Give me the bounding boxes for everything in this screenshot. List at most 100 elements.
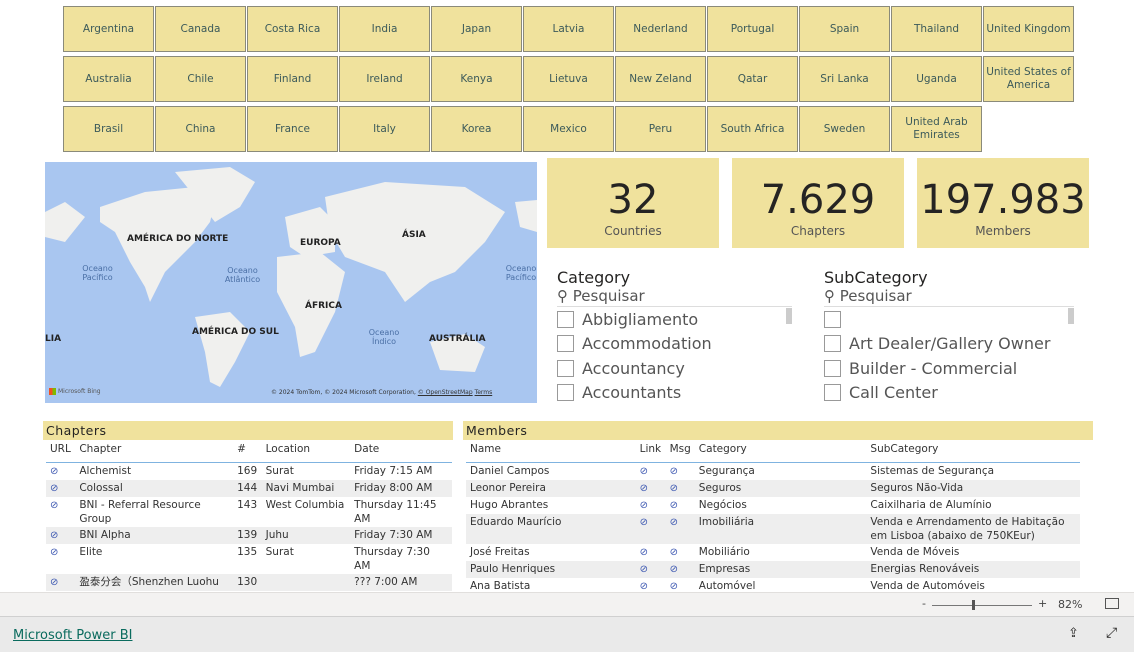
country-button[interactable]: Peru (615, 106, 706, 152)
country-button[interactable]: Ireland (339, 56, 430, 102)
slicer-item[interactable]: Abbigliamento (557, 307, 792, 332)
zoom-in-button[interactable]: + (1038, 597, 1047, 610)
column-header[interactable]: Msg (665, 440, 695, 463)
terms-link[interactable]: Terms (475, 389, 493, 396)
zoom-slider[interactable] (932, 600, 1032, 610)
link-icon[interactable]: ⊘ (50, 483, 58, 494)
country-button[interactable]: Costa Rica (247, 6, 338, 52)
checkbox[interactable] (824, 335, 841, 353)
country-button[interactable]: Canada (155, 6, 246, 52)
country-button[interactable]: United States of America (983, 56, 1074, 102)
country-button[interactable]: Nederland (615, 6, 706, 52)
country-button[interactable]: Sri Lanka (799, 56, 890, 102)
link-icon[interactable]: ⊘ (670, 517, 678, 528)
column-header[interactable]: Location (261, 440, 351, 463)
zoom-out-button[interactable]: - (922, 597, 926, 610)
table-row[interactable]: ⊘ 盈泰分会（Shenzhen Luohu Growing Chapter)130… (46, 573, 452, 591)
column-header[interactable]: Category (694, 440, 867, 463)
link-icon[interactable]: ⊘ (640, 517, 648, 528)
slicer-item[interactable]: Accountancy (557, 356, 792, 381)
country-button[interactable]: Kenya (431, 56, 522, 102)
country-button[interactable]: China (155, 106, 246, 152)
country-button[interactable]: Argentina (63, 6, 154, 52)
table-row[interactable]: ⊘ Elite 135 Surat Thursday 7:30 AM (46, 544, 452, 574)
osm-link[interactable]: © OpenStreetMap (418, 389, 473, 396)
link-icon[interactable]: ⊘ (640, 466, 648, 477)
link-icon[interactable]: ⊘ (670, 547, 678, 558)
country-button[interactable]: France (247, 106, 338, 152)
country-button[interactable]: Qatar (707, 56, 798, 102)
column-header[interactable]: Date (350, 440, 452, 463)
link-icon[interactable]: ⊘ (640, 547, 648, 558)
country-button[interactable]: Korea (431, 106, 522, 152)
fullscreen-icon[interactable]: ⤢ (1106, 625, 1117, 641)
country-button[interactable]: Thailand (891, 6, 982, 52)
share-icon[interactable]: ⇪ (1068, 626, 1079, 641)
table-row[interactable]: José Freitas ⊘ ⊘ Mobiliário Venda de Móveis (466, 544, 1080, 561)
table-row[interactable]: Hugo Abrantes ⊘ ⊘ Negócios Caixilharia de Al… (466, 497, 1080, 514)
link-icon[interactable]: ⊘ (640, 581, 648, 592)
table-row[interactable]: Ana Batista ⊘ ⊘ Automóvel Venda de Automóvei… (466, 578, 1080, 592)
table-row[interactable]: ⊘ Colossal 144 Navi Mumbai Friday 8:00 AM (46, 479, 452, 497)
country-button[interactable]: South Africa (707, 106, 798, 152)
country-button[interactable]: Italy (339, 106, 430, 152)
table-row[interactable]: Paulo Henriques ⊘ ⊘ Empresas Energias Renová… (466, 560, 1080, 578)
slicer-item[interactable]: Accommodation (557, 332, 792, 357)
country-button[interactable]: India (339, 6, 430, 52)
country-button[interactable]: United Arab Emirates (891, 106, 982, 152)
country-button[interactable]: Latvia (523, 6, 614, 52)
table-row[interactable]: ⊘ BNI Alpha 139 Juhu Friday 7:30 AM (46, 526, 452, 544)
checkbox[interactable] (824, 310, 841, 328)
country-button[interactable]: Chile (155, 56, 246, 102)
country-button[interactable]: Sweden (799, 106, 890, 152)
scrollbar[interactable] (786, 308, 792, 324)
table-row[interactable]: Leonor Pereira ⊘ ⊘ Seguros Seguros Não-Vida (466, 479, 1080, 497)
column-header[interactable]: URL (46, 440, 76, 463)
slicer-item[interactable]: Builder - Commercial (824, 356, 1074, 381)
subcategory-search[interactable]: ⚲ Pesquisar (824, 287, 1074, 307)
link-icon[interactable]: ⊘ (50, 500, 58, 511)
table-row[interactable]: ⊘ Alchemist 169 Surat Friday 7:15 AM (46, 462, 452, 480)
link-icon[interactable]: ⊘ (50, 466, 58, 477)
table-row[interactable]: Daniel Campos ⊘ ⊘ Segurança Sistemas de Segu… (466, 462, 1080, 480)
country-button[interactable]: Finland (247, 56, 338, 102)
country-button[interactable]: United Kingdom (983, 6, 1074, 52)
column-header[interactable]: Name (466, 440, 636, 463)
slicer-item[interactable]: Call Center (824, 381, 1074, 406)
checkbox[interactable] (557, 384, 574, 402)
slicer-item[interactable]: Accountants (557, 381, 792, 406)
column-header[interactable]: Link (635, 440, 666, 463)
category-search[interactable]: ⚲ Pesquisar (557, 287, 792, 307)
slicer-item[interactable]: Art Dealer/Gallery Owner (824, 332, 1074, 357)
table-row[interactable]: ⊘ BNI - Referral Resource Group 143 West Co… (46, 497, 452, 527)
country-button[interactable]: Australia (63, 56, 154, 102)
link-icon[interactable]: ⊘ (670, 581, 678, 592)
world-map[interactable]: AMÉRICA DO NORTE EUROPA ÁSIA ÁFRICA AMÉR… (45, 162, 537, 403)
link-icon[interactable]: ⊘ (670, 483, 678, 494)
country-button[interactable]: Uganda (891, 56, 982, 102)
checkbox[interactable] (557, 359, 574, 377)
country-button[interactable]: Brasil (63, 106, 154, 152)
checkbox[interactable] (557, 310, 574, 328)
checkbox[interactable] (557, 335, 574, 353)
link-icon[interactable]: ⊘ (50, 530, 58, 541)
country-button[interactable]: Mexico (523, 106, 614, 152)
link-icon[interactable]: ⊘ (670, 466, 678, 477)
link-icon[interactable]: ⊘ (640, 500, 648, 511)
link-icon[interactable]: ⊘ (670, 564, 678, 575)
country-button[interactable]: Japan (431, 6, 522, 52)
link-icon[interactable]: ⊘ (50, 577, 58, 588)
table-row[interactable]: Eduardo Maurício ⊘ ⊘ Imobiliária Venda e Arr… (466, 513, 1080, 544)
link-icon[interactable]: ⊘ (670, 500, 678, 511)
country-button[interactable]: Spain (799, 6, 890, 52)
column-header[interactable]: # (233, 440, 262, 463)
checkbox[interactable] (824, 384, 841, 402)
slicer-item[interactable] (824, 307, 1074, 332)
power-bi-link[interactable]: Microsoft Power BI (13, 628, 132, 643)
link-icon[interactable]: ⊘ (50, 547, 58, 558)
column-header[interactable]: SubCategory (866, 440, 1080, 463)
column-header[interactable]: Chapter (75, 440, 234, 463)
scrollbar[interactable] (1068, 308, 1074, 324)
checkbox[interactable] (824, 359, 841, 377)
link-icon[interactable]: ⊘ (640, 564, 648, 575)
